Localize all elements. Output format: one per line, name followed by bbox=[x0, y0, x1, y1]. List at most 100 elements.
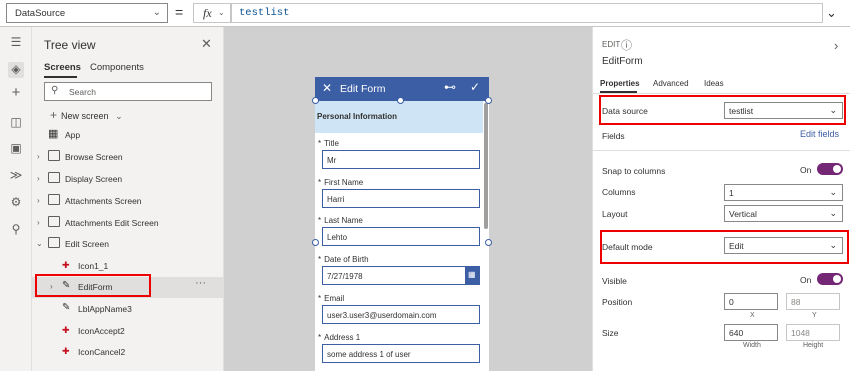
field-label-text: Title bbox=[324, 139, 339, 148]
columns-dropdown[interactable]: 1 ⌄ bbox=[724, 184, 843, 201]
resize-handle[interactable] bbox=[312, 239, 319, 246]
field-input[interactable]: Harri bbox=[322, 189, 480, 208]
tab-components[interactable]: Components bbox=[90, 62, 144, 73]
field-input[interactable]: Mr bbox=[322, 150, 480, 169]
height-input[interactable]: 1048 bbox=[786, 324, 840, 341]
y-caption: Y bbox=[812, 312, 817, 319]
form-scrollbar[interactable] bbox=[484, 103, 488, 229]
new-screen-button[interactable]: + New screen ⌄ bbox=[50, 108, 123, 122]
resize-handle[interactable] bbox=[312, 97, 319, 104]
search-icon[interactable]: ⚲ bbox=[8, 222, 24, 238]
highlight-editform bbox=[35, 274, 151, 297]
paperclip-icon[interactable]: ⊷ bbox=[444, 80, 456, 94]
chevron-right-icon[interactable]: › bbox=[37, 174, 40, 183]
tree-item-lblappname3[interactable]: ✎ LblAppName3 bbox=[32, 299, 224, 320]
search-placeholder: Search bbox=[69, 87, 96, 97]
field-input[interactable]: user3.user3@userdomain.com bbox=[322, 305, 480, 324]
insert-plus-icon[interactable]: + bbox=[8, 84, 24, 101]
new-screen-label: New screen bbox=[61, 111, 109, 121]
resize-handle[interactable] bbox=[485, 239, 492, 246]
layout-value: Vertical bbox=[729, 209, 757, 219]
tree-item-edit-screen[interactable]: ⌄ Edit Screen bbox=[32, 234, 224, 255]
calendar-icon: ▦ bbox=[468, 270, 476, 279]
tab-properties[interactable]: Properties bbox=[600, 79, 640, 88]
tree-view-title: Tree view bbox=[44, 38, 96, 52]
tab-screens[interactable]: Screens bbox=[44, 62, 81, 73]
required-mark: * bbox=[318, 216, 322, 225]
power-automate-icon[interactable]: ≫ bbox=[8, 168, 24, 184]
field-label: * First Name bbox=[318, 178, 363, 187]
date-picker[interactable]: 7/27/1978 ▦ bbox=[322, 266, 480, 285]
label-icon: ✎ bbox=[62, 302, 71, 313]
resize-handle[interactable] bbox=[485, 97, 492, 104]
width-value: 640 bbox=[729, 328, 744, 338]
tree-item-attachments-screen[interactable]: › Attachments Screen bbox=[32, 191, 224, 212]
screen-icon bbox=[48, 216, 60, 227]
chevron-right-icon[interactable]: › bbox=[37, 152, 40, 161]
position-x-input[interactable]: 0 bbox=[724, 293, 778, 310]
tree-item-label: IconAccept2 bbox=[78, 326, 125, 336]
field-label-text: Date of Birth bbox=[324, 255, 369, 264]
required-mark: * bbox=[318, 333, 322, 342]
chevron-right-icon[interactable]: › bbox=[37, 196, 40, 205]
layout-dropdown[interactable]: Vertical ⌄ bbox=[724, 205, 843, 222]
property-name: DataSource bbox=[15, 8, 66, 19]
required-mark: * bbox=[318, 178, 322, 187]
media-icon[interactable]: ▣ bbox=[8, 141, 24, 157]
tab-advanced[interactable]: Advanced bbox=[653, 79, 689, 88]
tree-item-display-screen[interactable]: › Display Screen bbox=[32, 169, 224, 190]
visible-state: On bbox=[800, 275, 812, 285]
snap-toggle[interactable] bbox=[817, 163, 843, 175]
expand-formula-icon[interactable]: ⌄ bbox=[826, 5, 837, 21]
function-icon: fx bbox=[203, 6, 212, 20]
field-input[interactable]: some address 1 of user bbox=[322, 344, 480, 363]
canvas[interactable]: ✕ Edit Form ⊷ ✓ Personal Information * Ti… bbox=[224, 27, 592, 371]
tree-item-label: IconCancel2 bbox=[78, 347, 126, 357]
help-icon[interactable]: ⓘ bbox=[621, 37, 632, 53]
close-icon[interactable]: ✕ bbox=[322, 81, 332, 95]
icon-control-icon: ✚ bbox=[62, 346, 70, 356]
field-label: * Last Name bbox=[318, 216, 363, 225]
screen-icon bbox=[48, 237, 60, 248]
formula-input[interactable]: testlist bbox=[231, 3, 823, 23]
advanced-tools-icon[interactable]: ⚙ bbox=[8, 195, 24, 211]
position-y-input[interactable]: 88 bbox=[786, 293, 840, 310]
formula-bar: DataSource ⌄ = fx ⌄ testlist ⌄ bbox=[0, 0, 850, 27]
layers-icon[interactable]: ◈ bbox=[8, 62, 24, 78]
calendar-button[interactable]: ▦ bbox=[465, 267, 479, 284]
field-value: 7/27/1978 bbox=[327, 272, 363, 281]
tree-item-label: Icon1_1 bbox=[78, 261, 109, 271]
checkmark-icon[interactable]: ✓ bbox=[470, 80, 480, 94]
tree-item-app[interactable]: ▦ App bbox=[32, 125, 224, 146]
edit-fields-link[interactable]: Edit fields bbox=[800, 129, 839, 139]
tree-item-label: Display Screen bbox=[65, 174, 123, 184]
edit-form[interactable]: ✕ Edit Form ⊷ ✓ Personal Information * Ti… bbox=[315, 77, 489, 371]
visible-toggle[interactable] bbox=[817, 273, 843, 285]
data-cylinder-icon[interactable]: ◫ bbox=[8, 115, 24, 131]
control-type: EDIT bbox=[602, 40, 621, 49]
resize-handle[interactable] bbox=[397, 97, 404, 104]
close-icon[interactable]: ✕ bbox=[201, 36, 212, 52]
more-options-icon[interactable]: ··· bbox=[195, 277, 206, 289]
active-tab-underline bbox=[44, 76, 77, 78]
tree-item-iconcancel2[interactable]: ✚ IconCancel2 bbox=[32, 342, 224, 363]
chevron-down-icon[interactable]: ⌄ bbox=[36, 239, 43, 248]
properties-panel: EDIT ⓘ EditForm › Properties Advanced Id… bbox=[592, 27, 850, 371]
field-label-text: Email bbox=[324, 294, 345, 303]
fx-button[interactable]: fx ⌄ bbox=[193, 3, 231, 23]
tree-item-iconaccept2[interactable]: ✚ IconAccept2 bbox=[32, 321, 224, 342]
tree-search-input[interactable]: ⚲ Search bbox=[44, 82, 212, 101]
width-input[interactable]: 640 bbox=[724, 324, 778, 341]
property-dropdown[interactable]: DataSource ⌄ bbox=[6, 3, 168, 23]
field-label: * Date of Birth bbox=[318, 255, 369, 264]
chevron-right-icon[interactable]: › bbox=[834, 38, 838, 53]
hamburger-menu-icon[interactable]: ☰ bbox=[8, 35, 24, 51]
tab-ideas[interactable]: Ideas bbox=[704, 79, 724, 88]
chevron-right-icon[interactable]: › bbox=[37, 218, 40, 227]
field-input[interactable]: Lehto bbox=[322, 227, 480, 246]
tree-item-browse-screen[interactable]: › Browse Screen bbox=[32, 147, 224, 168]
tree-item-label: App bbox=[65, 130, 81, 140]
required-mark: * bbox=[318, 294, 322, 303]
tree-item-attachments-edit-screen[interactable]: › Attachments Edit Screen bbox=[32, 213, 224, 234]
position-x-value: 0 bbox=[729, 297, 734, 307]
